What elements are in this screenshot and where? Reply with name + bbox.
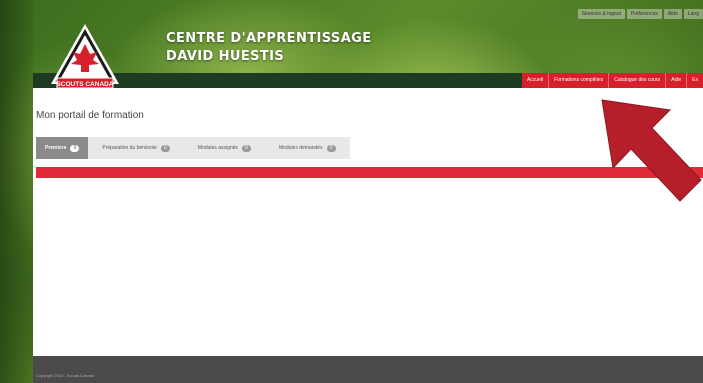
footer: Copyright 2015 - Scouts Canada bbox=[33, 356, 703, 383]
header-banner: SCOUTS CANADA CENTRE D'APPRENTISSAGE DAV… bbox=[33, 0, 703, 89]
main-nav: Accueil Formations complètes Catalogue d… bbox=[521, 73, 703, 88]
pointer-arrow-icon bbox=[601, 99, 702, 202]
count-badge: 0 bbox=[326, 144, 336, 152]
site-title-line-2: DAVID HUESTIS bbox=[166, 49, 285, 64]
tab-preparation[interactable]: Préparation du bénévole 0 bbox=[88, 137, 184, 159]
count-badge: 0 bbox=[70, 144, 80, 152]
tab-label: Préparation du bénévole bbox=[102, 145, 157, 151]
tab-premiers[interactable]: Premiers 0 bbox=[36, 137, 89, 159]
nav-item-accueil[interactable]: Accueil bbox=[522, 73, 548, 88]
tab-label: Modules assignés bbox=[197, 145, 238, 151]
count-badge: 0 bbox=[160, 144, 170, 152]
left-edge-shadow bbox=[0, 0, 33, 383]
portal-tabs: Premiers 0 Préparation du bénévole 0 Mod… bbox=[36, 137, 350, 159]
utility-link-session[interactable]: Séances & logout bbox=[577, 9, 625, 19]
site-title-line-1: CENTRE D'APPRENTISSAGE bbox=[166, 31, 372, 46]
count-badge: 0 bbox=[241, 144, 251, 152]
utility-links: Séances & logout Préférences Aide Lang bbox=[577, 9, 703, 19]
scouts-canada-logo[interactable]: SCOUTS CANADA bbox=[49, 22, 121, 92]
tab-label: Modules demandés bbox=[278, 145, 323, 151]
nav-item-extra[interactable]: Ex bbox=[686, 73, 703, 88]
logo-text: SCOUTS CANADA bbox=[56, 81, 113, 88]
nav-item-formations[interactable]: Formations complètes bbox=[548, 73, 608, 88]
utility-link-help[interactable]: Aide bbox=[663, 9, 682, 19]
utility-link-preferences[interactable]: Préférences bbox=[626, 9, 662, 19]
page-title: Mon portail de formation bbox=[36, 110, 144, 121]
copyright-text: Copyright 2015 - Scouts Canada bbox=[36, 373, 95, 378]
tab-modules-demandes[interactable]: Modules demandés 0 bbox=[264, 137, 350, 159]
site-title: CENTRE D'APPRENTISSAGE DAVID HUESTIS bbox=[166, 30, 372, 66]
utility-link-language[interactable]: Lang bbox=[683, 9, 703, 19]
nav-item-catalogue[interactable]: Catalogue des cours bbox=[608, 73, 665, 88]
tab-label: Premiers bbox=[45, 145, 67, 151]
nav-item-aide[interactable]: Aide bbox=[665, 73, 686, 88]
tab-modules-assignes[interactable]: Modules assignés 0 bbox=[183, 137, 265, 159]
